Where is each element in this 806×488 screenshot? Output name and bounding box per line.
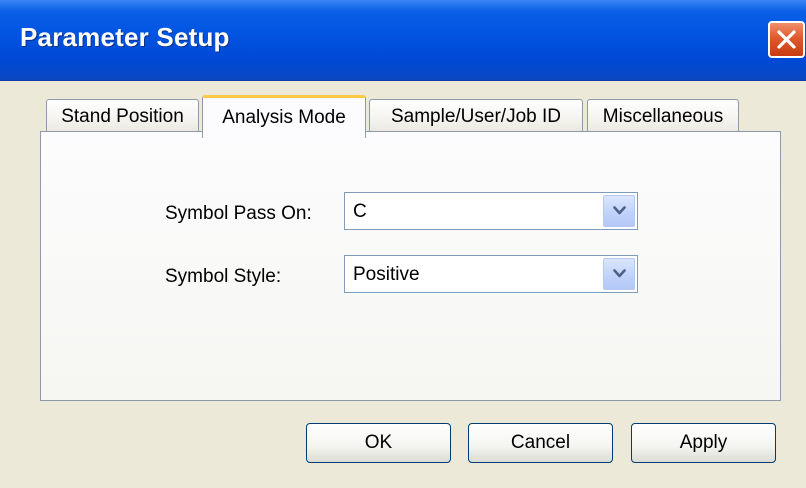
symbol-style-select[interactable]: Positive	[344, 255, 638, 293]
symbol-pass-on-select[interactable]: C	[344, 192, 638, 230]
symbol-pass-on-dropdown-button[interactable]	[603, 195, 635, 227]
chevron-down-icon	[613, 206, 626, 215]
ok-button[interactable]: OK	[306, 423, 451, 463]
tab-stand-position[interactable]: Stand Position	[46, 99, 199, 133]
symbol-style-label: Symbol Style:	[165, 266, 282, 287]
tab-panel-analysis-mode: Symbol Pass On: C Symbol Style: Positive	[40, 131, 781, 401]
symbol-style-value: Positive	[353, 264, 420, 285]
window-title: Parameter Setup	[20, 22, 230, 52]
tab-label: Miscellaneous	[602, 105, 724, 127]
tab-label: Analysis Mode	[222, 107, 346, 128]
tab-analysis-mode[interactable]: Analysis Mode	[202, 95, 366, 138]
title-bar[interactable]: Parameter Setup	[0, 0, 806, 81]
tab-label: Sample/User/Job ID	[390, 105, 561, 127]
tab-sample-user-job-id[interactable]: Sample/User/Job ID	[369, 99, 583, 133]
close-button[interactable]	[768, 21, 805, 58]
tab-label: Stand Position	[61, 105, 184, 127]
apply-button[interactable]: Apply	[631, 423, 776, 463]
cancel-button[interactable]: Cancel	[468, 423, 613, 463]
close-icon	[777, 30, 796, 49]
symbol-pass-on-label: Symbol Pass On:	[165, 203, 312, 224]
chevron-down-icon	[613, 269, 626, 278]
symbol-pass-on-value: C	[353, 201, 367, 222]
symbol-style-dropdown-button[interactable]	[603, 258, 635, 290]
tab-miscellaneous[interactable]: Miscellaneous	[587, 99, 739, 133]
